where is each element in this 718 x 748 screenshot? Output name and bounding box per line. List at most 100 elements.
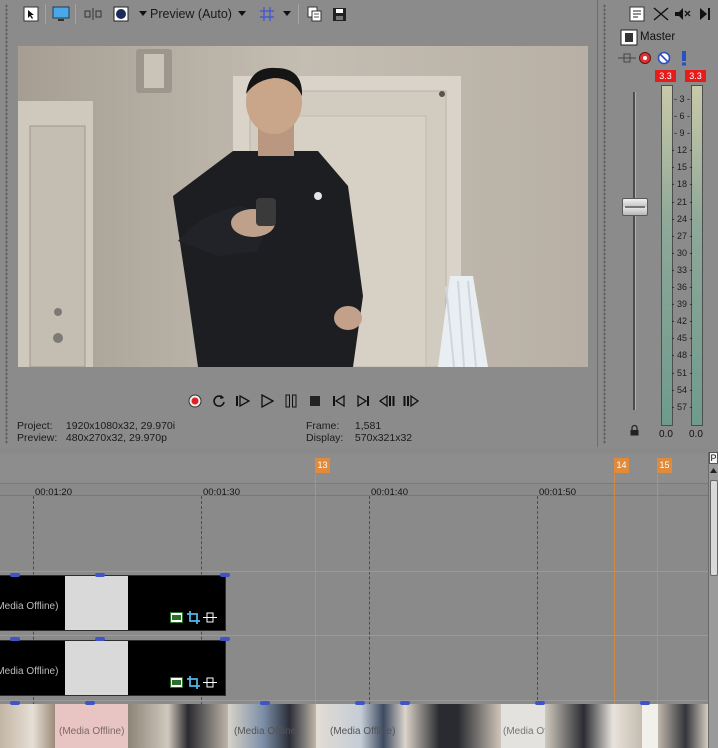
thumbnail [658,704,708,748]
grid-dropdown[interactable] [281,3,293,25]
next-marker-button[interactable] [352,390,373,411]
automation-button[interactable] [618,51,636,65]
preview-quality-dropdown[interactable]: Preview (Auto) [150,3,250,25]
fade-handle[interactable] [260,701,270,705]
marker-bar[interactable] [0,454,708,484]
meter-scale-label: - 45 - [671,333,693,344]
dock-grip[interactable] [603,4,606,444]
master-bus-icon [620,29,638,46]
peak-right: 3.3 [685,70,706,82]
fade-handle[interactable] [400,701,410,705]
mute-button[interactable] [657,51,671,65]
record-button[interactable] [184,390,205,411]
next-marker-icon [356,394,369,407]
previous-marker-button[interactable] [328,390,349,411]
copy-snapshot-button[interactable] [304,3,326,25]
scroll-thumb[interactable] [710,480,718,576]
play-from-start-button[interactable] [232,390,253,411]
solo-toggle[interactable] [678,50,690,66]
video-event[interactable]: (Media Offline) [0,575,226,631]
lock-button[interactable] [629,424,640,436]
display-label: Display: [306,432,344,444]
time-label: 00:01:30 [203,487,240,498]
grid-button[interactable] [256,3,278,25]
properties-button[interactable] [20,3,42,25]
fade-handle[interactable] [640,701,650,705]
meter-right-value: 0.0 [689,429,703,440]
track-divider[interactable] [0,635,708,636]
time-ruler[interactable] [0,484,708,496]
meter-scale-label: - 51 - [671,367,693,378]
play-button[interactable] [256,390,277,411]
marker-14[interactable]: 14 [614,458,629,473]
display-value: 570x321x32 [354,432,413,444]
chevron-down-icon [237,11,246,16]
time-label: 00:01:40 [371,487,408,498]
video-preview-window: Preview (Auto) Project: 1920x1080x32, 29… [0,0,598,447]
media-offline-label: (Media Offline) [0,601,59,612]
volume-fader[interactable] [622,198,648,216]
previous-frame-button[interactable] [376,390,397,411]
stop-button[interactable] [304,390,325,411]
fade-handle[interactable] [220,637,230,641]
video-event[interactable]: (Media Offline) [0,640,226,696]
record-icon [188,394,201,407]
marker-13[interactable]: 13 [315,458,330,473]
loop-icon [212,394,225,407]
pause-button[interactable] [280,390,301,411]
exclamation-icon [682,51,686,66]
timeline-vertical-scrollbar[interactable]: P [708,452,718,748]
fade-handle[interactable] [95,573,105,577]
fade-handle[interactable] [85,701,95,705]
track-divider[interactable] [0,571,708,572]
external-monitor-button[interactable] [50,3,72,25]
next-frame-button[interactable] [400,390,421,411]
solo-button[interactable] [694,3,716,25]
video-content-image [18,46,588,367]
next-frame-icon [403,394,419,407]
fade-handle[interactable] [10,701,20,705]
master-bus-window: Master 3.3 3.3 0.0 0.0 [598,0,718,447]
meter-scale-label: - 39 - [671,299,693,310]
scroll-menu-button[interactable]: P [709,452,718,464]
offline-thumbnail: (Media Offline) [55,704,128,748]
scroll-up-button[interactable] [709,466,718,476]
project-value: 1920x1080x32, 29.970i [65,420,176,432]
crop-icon[interactable] [186,611,200,624]
crop-icon[interactable] [186,676,200,689]
master-properties-button[interactable] [626,3,648,25]
overlay-button[interactable] [110,3,132,25]
marker-15[interactable]: 15 [657,458,672,473]
fade-handle[interactable] [10,573,20,577]
fade-handle[interactable] [10,637,20,641]
fade-handle[interactable] [95,637,105,641]
meter-scale-label: - 12 - [671,145,693,156]
media-offline-label: (Media Offline) [234,726,300,737]
loop-button[interactable] [208,390,229,411]
event-fx-icon[interactable] [169,611,183,624]
event-fx-icon[interactable] [169,676,183,689]
overlay-dropdown[interactable] [137,3,149,25]
pan-icon[interactable] [203,676,217,689]
pan-icon[interactable] [203,611,217,624]
downmix-button[interactable] [650,3,672,25]
save-snapshot-button[interactable] [328,3,350,25]
meter-scale-label: - 9 - [673,128,690,139]
track-divider[interactable] [0,700,708,701]
fade-handle[interactable] [220,573,230,577]
channel-icon [700,8,710,20]
fade-handle[interactable] [355,701,365,705]
time-gridline [369,496,370,705]
meter-scale-label: - 57 - [671,401,693,412]
split-screen-icon [84,8,102,20]
external-monitor-icon [52,6,70,21]
dim-output-button[interactable] [672,3,694,25]
dock-grip[interactable] [5,4,8,444]
video-thumbnail-track[interactable]: (Media Offline) (Media Offline) (Media O… [0,704,708,748]
fade-handle[interactable] [535,701,545,705]
play-icon [260,393,274,408]
split-screen-button[interactable] [82,3,104,25]
master-fx-button[interactable] [638,51,652,65]
transport-controls [184,390,421,412]
frame-value: 1,581 [354,420,382,432]
